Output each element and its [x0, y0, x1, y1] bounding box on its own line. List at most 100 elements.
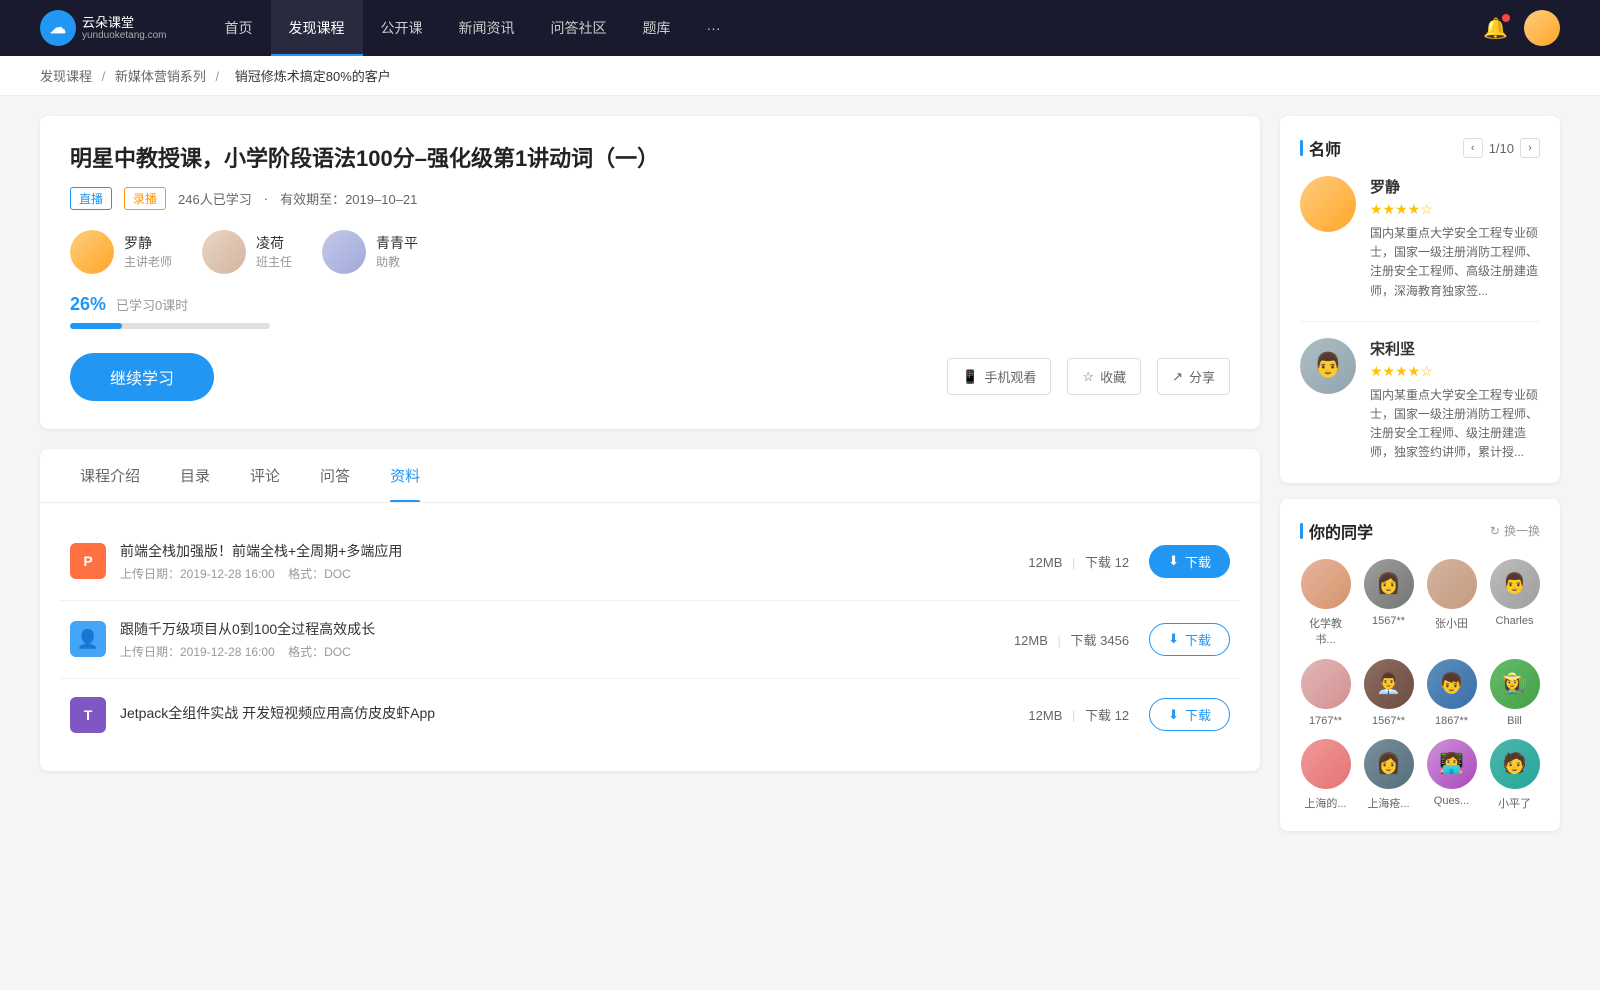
user-avatar-nav[interactable] [1524, 10, 1560, 46]
tab-catalog[interactable]: 目录 [160, 449, 230, 502]
sidebar: 名师 ‹ 1/10 › 罗静 ★★★★☆ 国内某重点大学安全工程专业硕士，国家一… [1280, 116, 1560, 847]
classmate-11: 🧑 小平了 [1489, 739, 1540, 811]
classmate-avatar-1: 👩 [1364, 559, 1414, 609]
classmate-6: 👦 1867** [1426, 659, 1477, 727]
classmate-avatar-11: 🧑 [1490, 739, 1540, 789]
share-button[interactable]: ↗ 分享 [1157, 358, 1230, 395]
resource-item-2: T Jetpack全组件实战 开发短视频应用高仿皮皮虾App 12MB | 下载… [60, 679, 1240, 751]
mobile-icon: 📱 [962, 369, 978, 385]
tab-intro[interactable]: 课程介绍 [60, 449, 160, 502]
logo[interactable]: ☁ 云朵课堂 yunduoketang.com [40, 10, 167, 46]
teachers-list: 罗静 主讲老师 凌荷 班主任 [70, 230, 1230, 274]
classmate-avatar-3: 👨 [1490, 559, 1540, 609]
tab-qa[interactable]: 问答 [300, 449, 370, 502]
nav-item-home[interactable]: 首页 [207, 0, 271, 56]
continue-button[interactable]: 继续学习 [70, 353, 214, 401]
bell-icon[interactable]: 🔔 [1483, 16, 1508, 41]
breadcrumb-sep-1: / [102, 69, 109, 84]
logo-sub: yunduoketang.com [82, 30, 167, 41]
sidebar-teacher-stars-1: ★★★★☆ [1370, 363, 1540, 380]
resource-info-2: Jetpack全组件实战 开发短视频应用高仿皮皮虾App [120, 703, 1028, 727]
tabs-card: 课程介绍 目录 评论 问答 资料 P 前端全栈加强版！前端全栈+全周期+多端应用… [40, 449, 1260, 771]
refresh-button[interactable]: ↻ 换一换 [1490, 522, 1540, 539]
classmate-name-4: 1767** [1309, 715, 1342, 727]
classmate-avatar-0 [1301, 559, 1351, 609]
course-card: 明星中教授课，小学阶段语法100分–强化级第1讲动词（一） 直播 录播 246人… [40, 116, 1260, 429]
tab-resources[interactable]: 资料 [370, 449, 440, 502]
course-actions: 继续学习 📱 手机观看 ☆ 收藏 ↗ 分享 [70, 353, 1230, 401]
collect-button[interactable]: ☆ 收藏 [1067, 358, 1141, 395]
nav-item-open[interactable]: 公开课 [363, 0, 441, 56]
star-icon: ☆ [1082, 369, 1094, 385]
classmate-4: 1767** [1300, 659, 1351, 727]
resource-name-2: Jetpack全组件实战 开发短视频应用高仿皮皮虾App [120, 703, 1028, 723]
resource-format-1: 格式：DOC [288, 645, 351, 659]
teachers-sidebar-title: 名师 [1300, 136, 1341, 160]
main-container: 明星中教授课，小学阶段语法100分–强化级第1讲动词（一） 直播 录播 246人… [0, 96, 1600, 867]
user-avatar-image [1524, 10, 1560, 46]
tab-comments[interactable]: 评论 [230, 449, 300, 502]
download-button-0[interactable]: ⬇ 下载 [1149, 545, 1230, 578]
sidebar-teacher-avatar-0 [1300, 176, 1356, 232]
nav-item-more[interactable]: ··· [689, 0, 739, 56]
download-button-1[interactable]: ⬇ 下载 [1149, 623, 1230, 656]
breadcrumb-series[interactable]: 新媒体营销系列 [115, 69, 206, 84]
classmate-name-5: 1567** [1372, 715, 1405, 727]
students-count: 246人已学习 [178, 189, 252, 208]
pg-next-button[interactable]: › [1520, 138, 1540, 158]
mobile-watch-button[interactable]: 📱 手机观看 [947, 358, 1051, 395]
resource-meta-0: 上传日期：2019-12-28 16:00 格式：DOC [120, 565, 1028, 582]
teacher-item-2: 青青平 助教 [322, 230, 418, 274]
classmate-avatar-2 [1427, 559, 1477, 609]
resource-icon-1: 👤 [70, 621, 106, 657]
resource-format-0: 格式：DOC [288, 567, 351, 581]
nav-right: 🔔 [1483, 10, 1560, 46]
classmate-1: 👩 1567** [1363, 559, 1414, 647]
pg-prev-button[interactable]: ‹ [1463, 138, 1483, 158]
resource-icon-0: P [70, 543, 106, 579]
teacher-avatar-img-0 [70, 230, 114, 274]
resource-item-1: 👤 跟随千万级项目从0到100全过程高效成长 上传日期：2019-12-28 1… [60, 601, 1240, 679]
resource-item-0: P 前端全栈加强版！前端全栈+全周期+多端应用 上传日期：2019-12-28 … [60, 523, 1240, 601]
nav-item-quiz[interactable]: 题库 [625, 0, 689, 56]
breadcrumb-courses[interactable]: 发现课程 [40, 69, 92, 84]
nav-item-courses[interactable]: 发现课程 [271, 0, 363, 56]
resource-stats-0: 12MB | 下载 12 [1028, 552, 1129, 571]
progress-bar-fill [70, 323, 122, 329]
sidebar-teacher-stars-0: ★★★★☆ [1370, 201, 1540, 218]
nav-item-news[interactable]: 新闻资讯 [441, 0, 533, 56]
logo-icon: ☁ [40, 10, 76, 46]
teacher-avatar-img-1 [202, 230, 246, 274]
resource-info-0: 前端全栈加强版！前端全栈+全周期+多端应用 上传日期：2019-12-28 16… [120, 541, 1028, 582]
progress-pct: 26% [70, 294, 106, 315]
resource-size-2: 12MB [1028, 708, 1062, 723]
teacher-avatar-img-2 [322, 230, 366, 274]
teacher-info-1: 凌荷 班主任 [256, 233, 292, 270]
logo-text-block: 云朵课堂 yunduoketang.com [82, 15, 167, 42]
valid-until: 有效期至：2019–10–21 [280, 189, 417, 208]
download-icon-1: ⬇ [1168, 631, 1179, 647]
nav-item-qa[interactable]: 问答社区 [533, 0, 625, 56]
progress-section: 26% 已学习0课时 [70, 294, 1230, 329]
download-icon-0: ⬇ [1168, 553, 1179, 569]
classmate-5: 👨‍💼 1567** [1363, 659, 1414, 727]
classmates-card: 你的同学 ↻ 换一换 化学教书... 👩 1567** 张小田 [1280, 499, 1560, 831]
sidebar-teacher-name-1: 宋利坚 [1370, 338, 1540, 359]
refresh-icon: ↻ [1490, 524, 1500, 538]
progress-header: 26% 已学习0课时 [70, 294, 1230, 315]
resource-name-0: 前端全栈加强版！前端全栈+全周期+多端应用 [120, 541, 1028, 561]
course-meta: 直播 录播 246人已学习 · 有效期至：2019–10–21 [70, 187, 1230, 210]
teacher-info-0: 罗静 主讲老师 [124, 233, 172, 270]
progress-label: 已学习0课时 [116, 295, 188, 314]
download-button-2[interactable]: ⬇ 下载 [1149, 698, 1230, 731]
nav-items: 首页 发现课程 公开课 新闻资讯 问答社区 题库 ··· [207, 0, 1484, 56]
classmate-avatar-8 [1301, 739, 1351, 789]
mobile-watch-label: 手机观看 [984, 367, 1036, 386]
teacher-avatar-2 [322, 230, 366, 274]
resource-downloads-2: 下载 12 [1085, 708, 1129, 723]
sidebar-teacher-0: 罗静 ★★★★☆ 国内某重点大学安全工程专业硕士，国家一级注册消防工程师、注册安… [1300, 176, 1540, 301]
classmates-grid: 化学教书... 👩 1567** 张小田 👨 Charles 1767** [1300, 559, 1540, 811]
resource-stats-1: 12MB | 下载 3456 [1014, 630, 1129, 649]
resource-date-0: 上传日期：2019-12-28 16:00 [120, 567, 275, 581]
navbar: ☁ 云朵课堂 yunduoketang.com 首页 发现课程 公开课 新闻资讯… [0, 0, 1600, 56]
